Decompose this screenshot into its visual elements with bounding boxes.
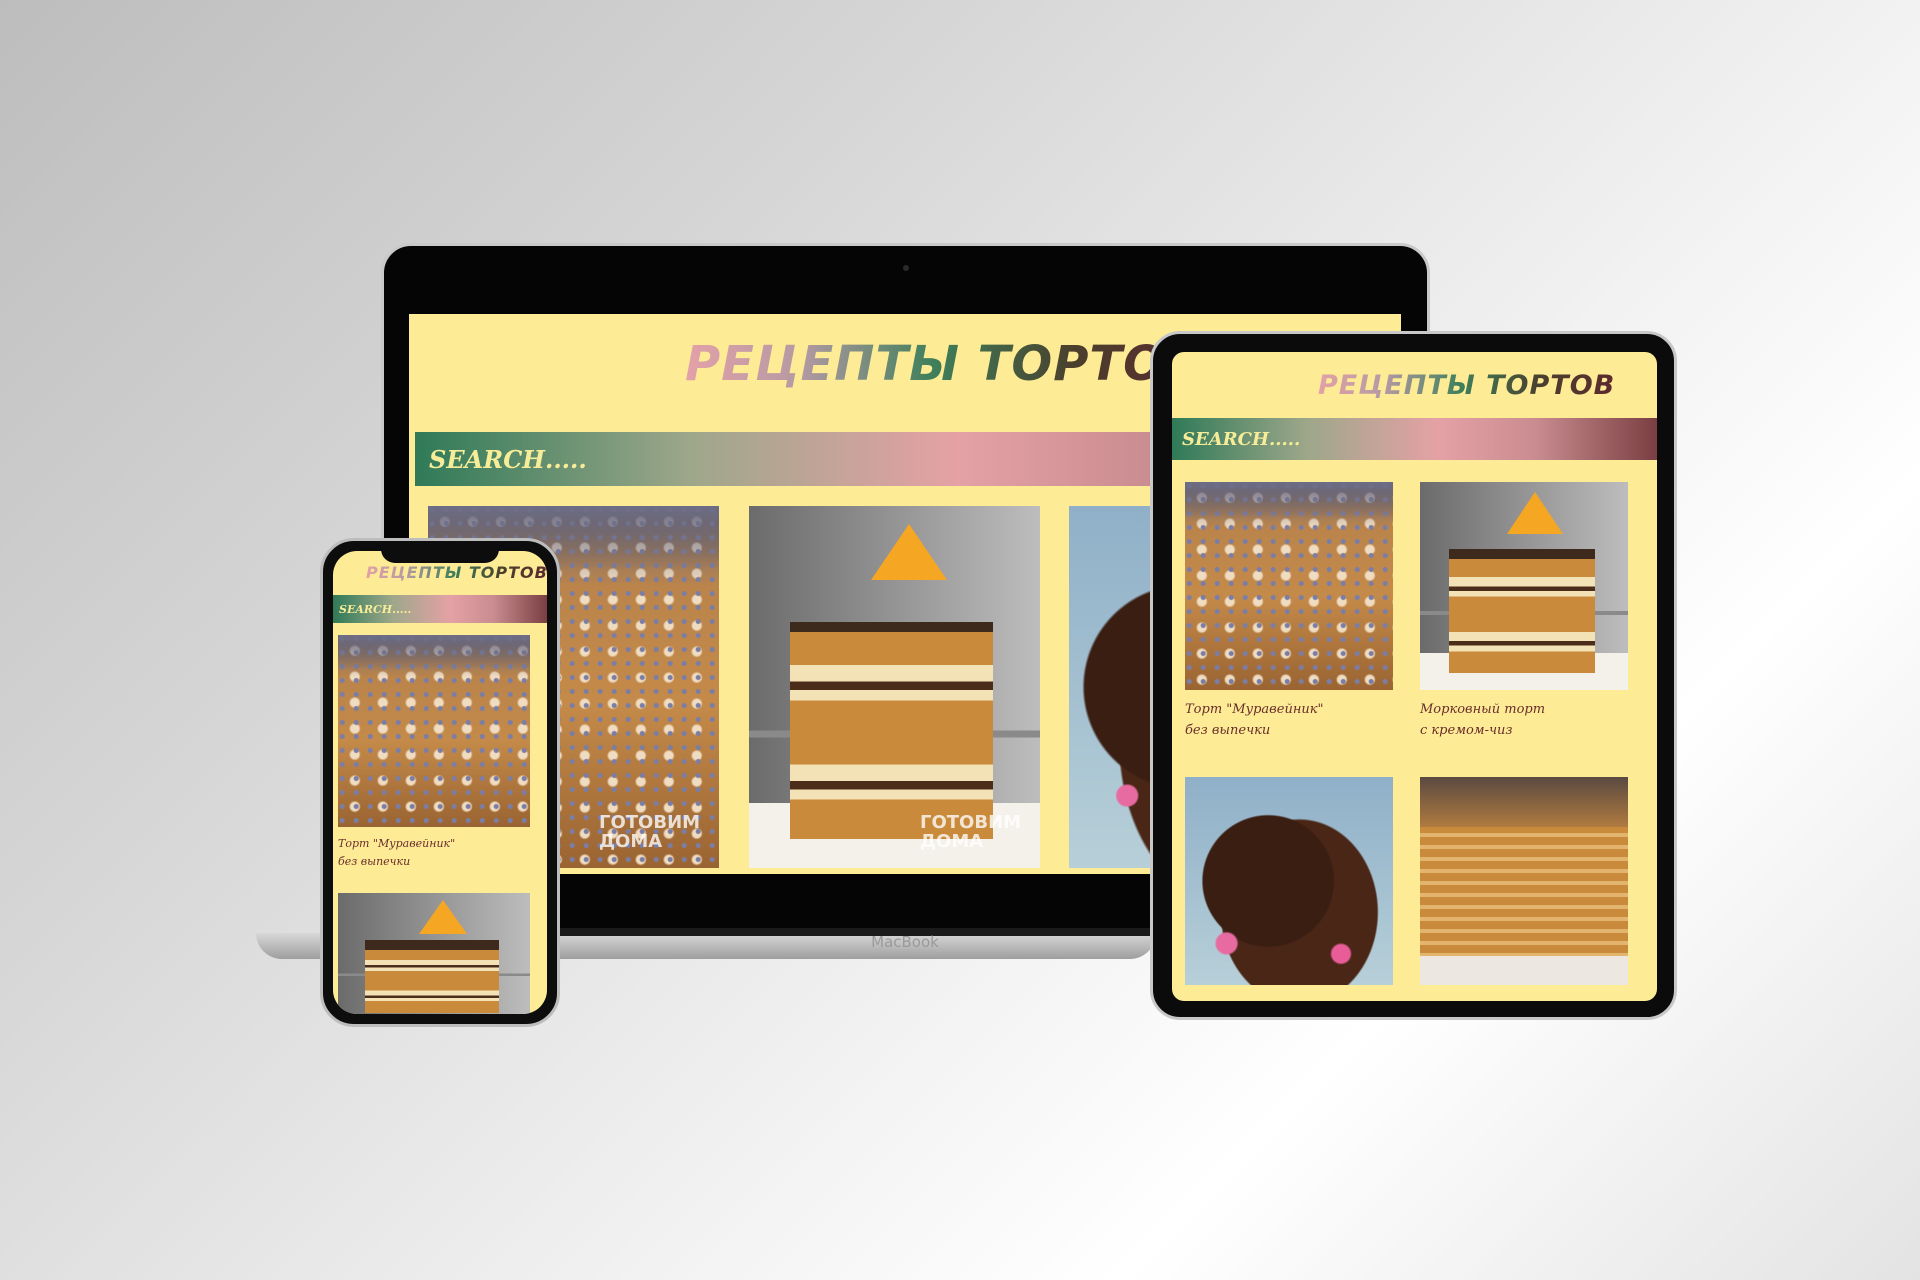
phone-notch xyxy=(381,541,499,563)
cake-image-chocolate[interactable] xyxy=(1185,777,1393,985)
search-input[interactable]: SEARCH..... xyxy=(1182,429,1300,450)
phone-screen: РЕЦЕПТЫ ТОРТОВ SEARCH..... Торт "Муравей… xyxy=(333,551,547,1014)
tablet-screen: РЕЦЕПТЫ ТОРТОВ SEARCH..... Торт "Муравей… xyxy=(1172,352,1657,1001)
cake-image-carrot[interactable] xyxy=(338,893,530,1014)
caption-line: с кремом-чиз xyxy=(1420,722,1513,738)
cake-image-carrot[interactable] xyxy=(1420,482,1628,690)
orange-slice-shape xyxy=(871,524,948,581)
laptop-camera xyxy=(903,265,909,271)
caption-line: Торт "Муравейник" xyxy=(1185,702,1324,717)
cake-layers-shape xyxy=(789,621,994,840)
cake-image-anthill[interactable] xyxy=(338,635,530,827)
orange-slice-shape xyxy=(1507,492,1564,535)
orange-slice-shape xyxy=(418,899,467,934)
search-bar[interactable]: SEARCH..... xyxy=(1172,418,1657,460)
cake-image-carrot[interactable]: ГОТОВИМ ДОМА xyxy=(749,506,1040,868)
search-input[interactable]: SEARCH..... xyxy=(339,603,411,616)
caption-line: Морковный торт xyxy=(1420,702,1546,717)
cake-layers-shape xyxy=(1449,548,1595,674)
laptop-brand-label: MacBook xyxy=(871,933,939,951)
site-title: РЕЦЕПТЫ ТОРТОВ xyxy=(685,336,1203,392)
search-input[interactable]: SEARCH..... xyxy=(429,445,587,474)
card-caption-anthill[interactable]: Торт "Муравейник" без выпечки xyxy=(1185,700,1324,742)
card-caption-anthill[interactable]: Торт "Муравейник" без выпечки xyxy=(338,835,455,870)
site-title: РЕЦЕПТЫ ТОРТОВ xyxy=(1318,370,1616,401)
site-title: РЕЦЕПТЫ ТОРТОВ xyxy=(366,563,547,582)
cake-image-anthill[interactable] xyxy=(1185,482,1393,690)
caption-line: Торт "Муравейник" xyxy=(338,837,456,850)
cake-layers-shape xyxy=(364,939,500,1013)
cake-image-honey[interactable] xyxy=(1420,777,1628,985)
search-bar[interactable]: SEARCH..... xyxy=(333,595,547,623)
watermark-text: ГОТОВИМ ДОМА xyxy=(599,812,701,853)
watermark-text: ГОТОВИМ ДОМА xyxy=(920,812,1022,853)
caption-line: без выпечки xyxy=(338,854,411,868)
caption-line: без выпечки xyxy=(1185,722,1271,738)
card-caption-carrot[interactable]: Морковный торт с кремом-чиз xyxy=(1420,700,1545,742)
